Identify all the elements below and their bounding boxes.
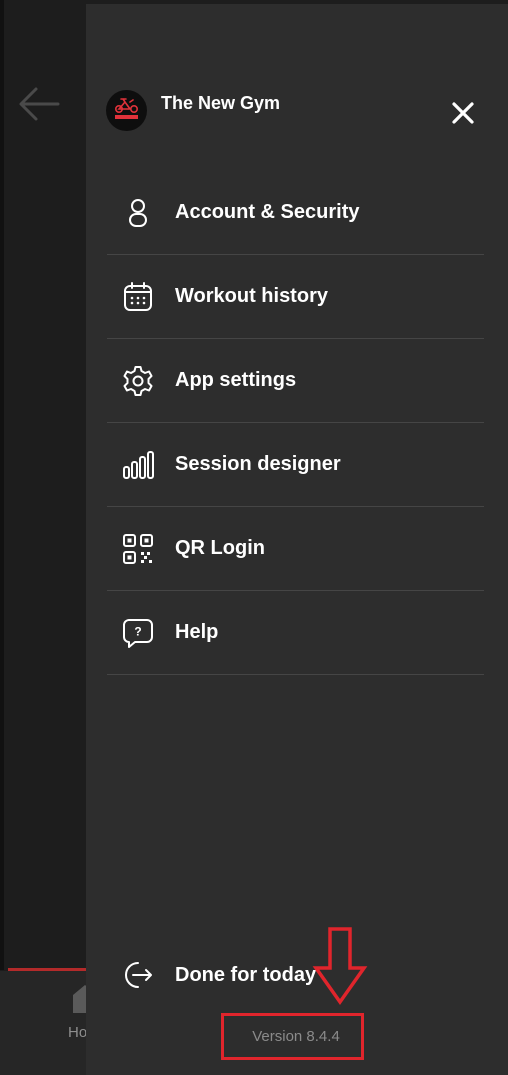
brand-logo (106, 90, 147, 131)
annotation-arrow-icon (312, 927, 368, 1006)
help-bubble-icon: ? (121, 616, 155, 650)
menu-item-app-settings[interactable]: App settings (107, 339, 484, 423)
menu-item-qr-login[interactable]: QR Login (107, 507, 484, 591)
brand-name: The New Gym (161, 93, 281, 113)
menu-item-help[interactable]: ? Help (107, 591, 484, 675)
gear-icon (121, 364, 155, 398)
menu-item-label: Account & Security (175, 201, 360, 223)
background-edge (0, 0, 4, 970)
qr-code-icon (121, 532, 155, 566)
svg-text:?: ? (134, 624, 141, 638)
menu-item-label: Session designer (175, 453, 341, 475)
menu-item-workout-history[interactable]: Workout history (107, 255, 484, 339)
back-arrow-icon[interactable] (18, 86, 60, 122)
menu-item-label: Help (175, 621, 219, 643)
home-tab-label[interactable]: Ho (68, 1024, 87, 1041)
person-icon (121, 196, 155, 230)
close-icon[interactable] (448, 98, 478, 128)
app-screen: Ho The New Gym Account & Security Workou… (0, 0, 508, 1075)
logout-icon (121, 958, 155, 992)
menu-item-session-designer[interactable]: Session designer (107, 423, 484, 507)
calendar-icon (121, 280, 155, 314)
menu-item-label: Workout history (175, 285, 328, 307)
brand-header: The New Gym (106, 90, 280, 131)
done-for-today-button[interactable]: Done for today (121, 958, 316, 992)
navigation-drawer: The New Gym Account & Security Workout h… (86, 4, 508, 1075)
annotation-highlight-box (221, 1013, 364, 1060)
drawer-menu: Account & Security Workout history App s… (107, 171, 484, 675)
done-for-today-label: Done for today (175, 963, 317, 986)
menu-item-account-security[interactable]: Account & Security (107, 171, 484, 255)
bars-icon (121, 448, 155, 482)
menu-item-label: QR Login (175, 537, 265, 559)
menu-item-label: App settings (175, 369, 297, 391)
